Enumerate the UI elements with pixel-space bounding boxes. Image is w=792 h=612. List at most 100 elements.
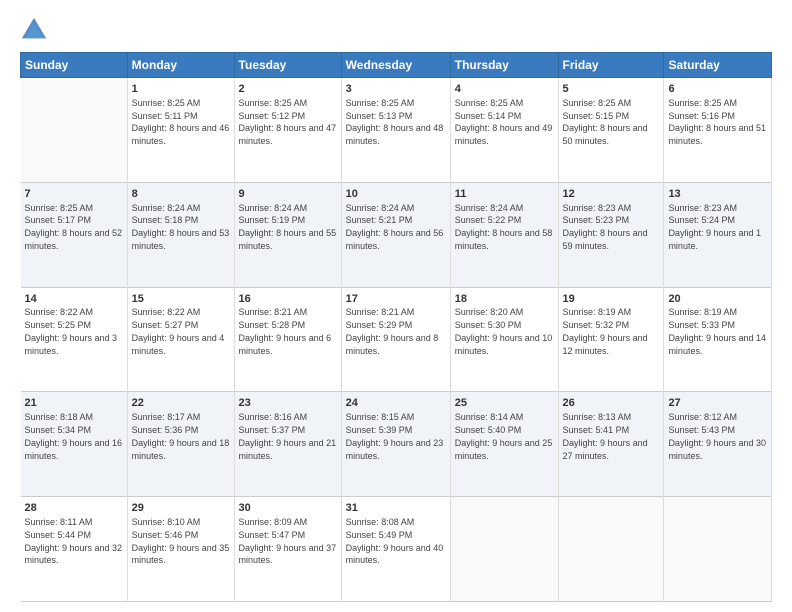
calendar-cell: 24Sunrise: 8:15 AMSunset: 5:39 PMDayligh… bbox=[341, 392, 450, 497]
calendar-cell: 1Sunrise: 8:25 AMSunset: 5:11 PMDaylight… bbox=[127, 78, 234, 183]
day-info: Sunrise: 8:11 AMSunset: 5:44 PMDaylight:… bbox=[25, 517, 123, 565]
day-info: Sunrise: 8:25 AMSunset: 5:12 PMDaylight:… bbox=[239, 98, 337, 146]
day-info: Sunrise: 8:14 AMSunset: 5:40 PMDaylight:… bbox=[455, 412, 553, 460]
day-info: Sunrise: 8:24 AMSunset: 5:19 PMDaylight:… bbox=[239, 203, 337, 251]
day-number: 14 bbox=[25, 292, 123, 307]
calendar-cell: 25Sunrise: 8:14 AMSunset: 5:40 PMDayligh… bbox=[450, 392, 558, 497]
day-number: 26 bbox=[563, 396, 660, 411]
day-info: Sunrise: 8:22 AMSunset: 5:27 PMDaylight:… bbox=[132, 307, 225, 355]
day-info: Sunrise: 8:22 AMSunset: 5:25 PMDaylight:… bbox=[25, 307, 118, 355]
day-info: Sunrise: 8:15 AMSunset: 5:39 PMDaylight:… bbox=[346, 412, 444, 460]
calendar-cell: 9Sunrise: 8:24 AMSunset: 5:19 PMDaylight… bbox=[234, 182, 341, 287]
calendar-cell: 7Sunrise: 8:25 AMSunset: 5:17 PMDaylight… bbox=[21, 182, 128, 287]
day-info: Sunrise: 8:24 AMSunset: 5:18 PMDaylight:… bbox=[132, 203, 230, 251]
weekday-header-monday: Monday bbox=[127, 53, 234, 78]
calendar-cell bbox=[558, 497, 664, 602]
day-number: 19 bbox=[563, 292, 660, 307]
day-info: Sunrise: 8:08 AMSunset: 5:49 PMDaylight:… bbox=[346, 517, 444, 565]
day-number: 12 bbox=[563, 187, 660, 202]
day-number: 1 bbox=[132, 82, 230, 97]
calendar-cell: 16Sunrise: 8:21 AMSunset: 5:28 PMDayligh… bbox=[234, 287, 341, 392]
day-number: 13 bbox=[668, 187, 767, 202]
calendar-cell: 3Sunrise: 8:25 AMSunset: 5:13 PMDaylight… bbox=[341, 78, 450, 183]
calendar-cell: 31Sunrise: 8:08 AMSunset: 5:49 PMDayligh… bbox=[341, 497, 450, 602]
day-info: Sunrise: 8:25 AMSunset: 5:16 PMDaylight:… bbox=[668, 98, 766, 146]
day-number: 11 bbox=[455, 187, 554, 202]
weekday-header-wednesday: Wednesday bbox=[341, 53, 450, 78]
calendar-cell: 14Sunrise: 8:22 AMSunset: 5:25 PMDayligh… bbox=[21, 287, 128, 392]
day-number: 17 bbox=[346, 292, 446, 307]
day-number: 7 bbox=[25, 187, 123, 202]
day-number: 22 bbox=[132, 396, 230, 411]
day-info: Sunrise: 8:25 AMSunset: 5:15 PMDaylight:… bbox=[563, 98, 648, 146]
day-info: Sunrise: 8:13 AMSunset: 5:41 PMDaylight:… bbox=[563, 412, 648, 460]
day-number: 29 bbox=[132, 501, 230, 516]
calendar-cell: 5Sunrise: 8:25 AMSunset: 5:15 PMDaylight… bbox=[558, 78, 664, 183]
weekday-header-sunday: Sunday bbox=[21, 53, 128, 78]
day-number: 23 bbox=[239, 396, 337, 411]
day-number: 30 bbox=[239, 501, 337, 516]
day-number: 4 bbox=[455, 82, 554, 97]
calendar-cell: 12Sunrise: 8:23 AMSunset: 5:23 PMDayligh… bbox=[558, 182, 664, 287]
day-number: 25 bbox=[455, 396, 554, 411]
calendar-cell: 13Sunrise: 8:23 AMSunset: 5:24 PMDayligh… bbox=[664, 182, 772, 287]
day-number: 5 bbox=[563, 82, 660, 97]
calendar-cell: 20Sunrise: 8:19 AMSunset: 5:33 PMDayligh… bbox=[664, 287, 772, 392]
calendar-cell: 19Sunrise: 8:19 AMSunset: 5:32 PMDayligh… bbox=[558, 287, 664, 392]
day-number: 24 bbox=[346, 396, 446, 411]
calendar-cell: 28Sunrise: 8:11 AMSunset: 5:44 PMDayligh… bbox=[21, 497, 128, 602]
header bbox=[20, 16, 772, 44]
day-info: Sunrise: 8:25 AMSunset: 5:11 PMDaylight:… bbox=[132, 98, 230, 146]
calendar-cell: 26Sunrise: 8:13 AMSunset: 5:41 PMDayligh… bbox=[558, 392, 664, 497]
day-info: Sunrise: 8:19 AMSunset: 5:32 PMDaylight:… bbox=[563, 307, 648, 355]
day-number: 6 bbox=[668, 82, 767, 97]
logo-icon bbox=[20, 16, 48, 44]
day-info: Sunrise: 8:24 AMSunset: 5:21 PMDaylight:… bbox=[346, 203, 444, 251]
day-number: 15 bbox=[132, 292, 230, 307]
day-info: Sunrise: 8:25 AMSunset: 5:13 PMDaylight:… bbox=[346, 98, 444, 146]
calendar-cell: 10Sunrise: 8:24 AMSunset: 5:21 PMDayligh… bbox=[341, 182, 450, 287]
day-info: Sunrise: 8:25 AMSunset: 5:14 PMDaylight:… bbox=[455, 98, 553, 146]
day-number: 28 bbox=[25, 501, 123, 516]
weekday-header-friday: Friday bbox=[558, 53, 664, 78]
day-info: Sunrise: 8:21 AMSunset: 5:28 PMDaylight:… bbox=[239, 307, 332, 355]
day-info: Sunrise: 8:23 AMSunset: 5:23 PMDaylight:… bbox=[563, 203, 648, 251]
week-row-4: 21Sunrise: 8:18 AMSunset: 5:34 PMDayligh… bbox=[21, 392, 772, 497]
calendar-cell: 21Sunrise: 8:18 AMSunset: 5:34 PMDayligh… bbox=[21, 392, 128, 497]
calendar-cell: 8Sunrise: 8:24 AMSunset: 5:18 PMDaylight… bbox=[127, 182, 234, 287]
calendar-table: SundayMondayTuesdayWednesdayThursdayFrid… bbox=[20, 52, 772, 602]
weekday-header-row: SundayMondayTuesdayWednesdayThursdayFrid… bbox=[21, 53, 772, 78]
day-info: Sunrise: 8:17 AMSunset: 5:36 PMDaylight:… bbox=[132, 412, 230, 460]
day-number: 16 bbox=[239, 292, 337, 307]
calendar-cell: 22Sunrise: 8:17 AMSunset: 5:36 PMDayligh… bbox=[127, 392, 234, 497]
weekday-header-thursday: Thursday bbox=[450, 53, 558, 78]
day-info: Sunrise: 8:21 AMSunset: 5:29 PMDaylight:… bbox=[346, 307, 439, 355]
day-info: Sunrise: 8:18 AMSunset: 5:34 PMDaylight:… bbox=[25, 412, 123, 460]
weekday-header-tuesday: Tuesday bbox=[234, 53, 341, 78]
day-number: 31 bbox=[346, 501, 446, 516]
day-info: Sunrise: 8:09 AMSunset: 5:47 PMDaylight:… bbox=[239, 517, 337, 565]
week-row-5: 28Sunrise: 8:11 AMSunset: 5:44 PMDayligh… bbox=[21, 497, 772, 602]
day-number: 2 bbox=[239, 82, 337, 97]
day-number: 21 bbox=[25, 396, 123, 411]
day-number: 20 bbox=[668, 292, 767, 307]
day-info: Sunrise: 8:25 AMSunset: 5:17 PMDaylight:… bbox=[25, 203, 123, 251]
week-row-3: 14Sunrise: 8:22 AMSunset: 5:25 PMDayligh… bbox=[21, 287, 772, 392]
day-info: Sunrise: 8:23 AMSunset: 5:24 PMDaylight:… bbox=[668, 203, 761, 251]
calendar-cell: 30Sunrise: 8:09 AMSunset: 5:47 PMDayligh… bbox=[234, 497, 341, 602]
calendar-cell bbox=[21, 78, 128, 183]
day-number: 9 bbox=[239, 187, 337, 202]
weekday-header-saturday: Saturday bbox=[664, 53, 772, 78]
day-info: Sunrise: 8:12 AMSunset: 5:43 PMDaylight:… bbox=[668, 412, 766, 460]
calendar-cell: 29Sunrise: 8:10 AMSunset: 5:46 PMDayligh… bbox=[127, 497, 234, 602]
day-info: Sunrise: 8:10 AMSunset: 5:46 PMDaylight:… bbox=[132, 517, 230, 565]
day-info: Sunrise: 8:24 AMSunset: 5:22 PMDaylight:… bbox=[455, 203, 553, 251]
day-number: 8 bbox=[132, 187, 230, 202]
day-info: Sunrise: 8:20 AMSunset: 5:30 PMDaylight:… bbox=[455, 307, 553, 355]
day-number: 18 bbox=[455, 292, 554, 307]
calendar-cell: 17Sunrise: 8:21 AMSunset: 5:29 PMDayligh… bbox=[341, 287, 450, 392]
day-number: 3 bbox=[346, 82, 446, 97]
calendar-cell: 27Sunrise: 8:12 AMSunset: 5:43 PMDayligh… bbox=[664, 392, 772, 497]
calendar-cell: 23Sunrise: 8:16 AMSunset: 5:37 PMDayligh… bbox=[234, 392, 341, 497]
calendar-cell: 15Sunrise: 8:22 AMSunset: 5:27 PMDayligh… bbox=[127, 287, 234, 392]
